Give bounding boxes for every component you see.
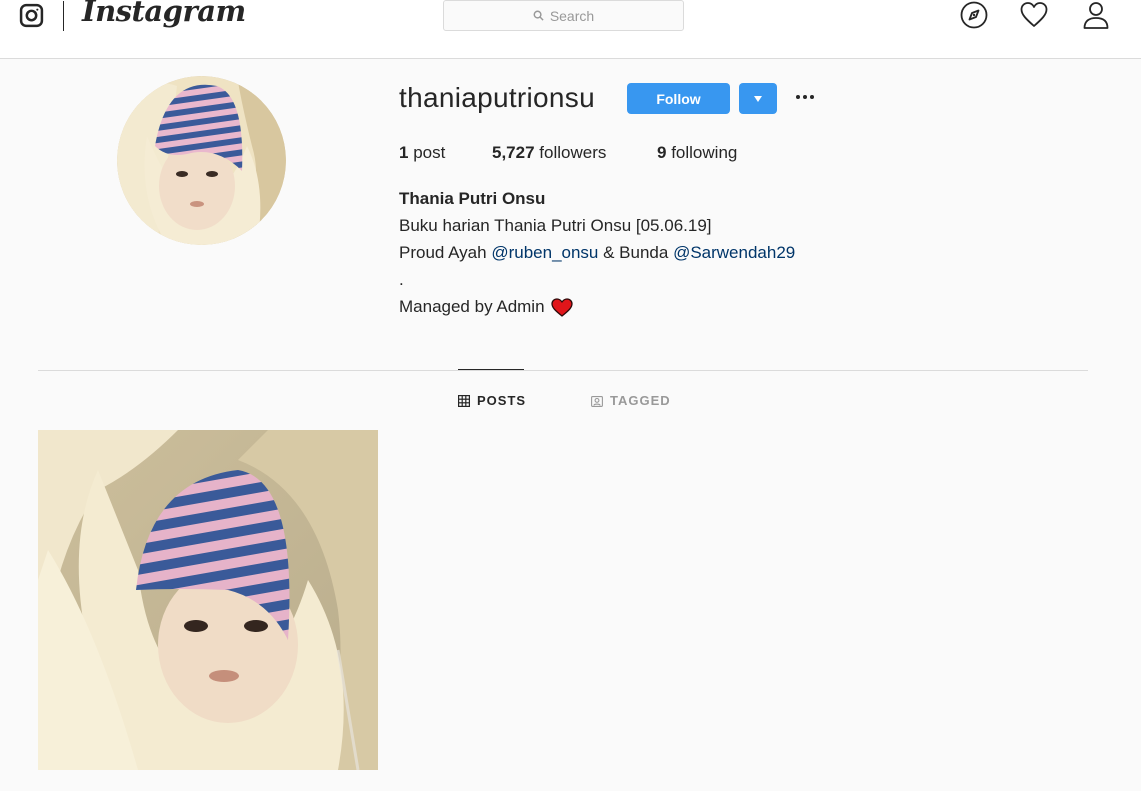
tab-tagged[interactable]: TAGGED [591, 393, 671, 408]
instagram-wordmark[interactable]: Instagram [82, 0, 246, 28]
bio-line: Managed by Admin [399, 297, 573, 317]
search-icon [533, 10, 544, 21]
bio-line: Buku harian Thania Putri Onsu [05.06.19] [399, 216, 712, 235]
tabs-divider [38, 370, 1088, 371]
bio-text: Proud Ayah [399, 243, 492, 262]
following-count-label: following [671, 143, 738, 162]
posts-count: 1 post [399, 143, 445, 163]
post-thumbnail[interactable] [38, 430, 378, 770]
tab-tagged-label: TAGGED [610, 393, 671, 408]
following-count[interactable]: 9 following [657, 143, 737, 163]
chevron-down-icon [754, 95, 762, 102]
profile-username: thaniaputrionsu [399, 82, 595, 113]
active-tab-indicator [458, 369, 524, 370]
follow-button[interactable]: Follow [627, 83, 730, 114]
more-dot-icon [796, 95, 800, 99]
heart-icon[interactable] [1020, 1, 1048, 29]
red-heart-emoji-icon [550, 297, 573, 317]
avatar-photo [117, 76, 286, 245]
posts-count-label: post [413, 143, 446, 162]
posts-count-value: 1 [399, 143, 409, 162]
post-photo [38, 430, 378, 770]
bio-text: Managed by Admin [399, 297, 545, 316]
mention-link[interactable]: @Sarwendah29 [673, 243, 795, 262]
tab-posts[interactable]: POSTS [458, 393, 526, 408]
following-count-value: 9 [657, 143, 667, 162]
tagged-user-icon [591, 395, 603, 407]
instagram-glyph-icon[interactable] [19, 3, 44, 28]
grid-icon [458, 394, 470, 407]
suggested-dropdown-button[interactable] [739, 83, 777, 114]
more-options-button[interactable] [793, 87, 817, 107]
bio-line: Proud Ayah @ruben_onsu & Bunda @Sarwenda… [399, 243, 795, 263]
search-placeholder: Search [549, 7, 595, 24]
profile-full-name: Thania Putri Onsu [399, 189, 546, 208]
more-dot-icon [803, 95, 807, 99]
compass-icon[interactable] [960, 1, 988, 29]
followers-count-value: 5,727 [492, 143, 535, 162]
tab-posts-label: POSTS [477, 393, 527, 408]
bio-text: & Bunda [598, 243, 674, 262]
logo-divider [63, 1, 64, 31]
followers-count-label: followers [539, 143, 607, 162]
user-icon[interactable] [1082, 1, 1110, 29]
profile-avatar[interactable] [117, 76, 286, 245]
bio-line: . [399, 270, 404, 289]
followers-count[interactable]: 5,727 followers [492, 143, 606, 163]
more-dot-icon [810, 95, 814, 99]
mention-link[interactable]: @ruben_onsu [491, 243, 598, 262]
search-input[interactable]: Search [443, 0, 684, 31]
top-nav-bar: Instagram Search [0, 0, 1141, 59]
